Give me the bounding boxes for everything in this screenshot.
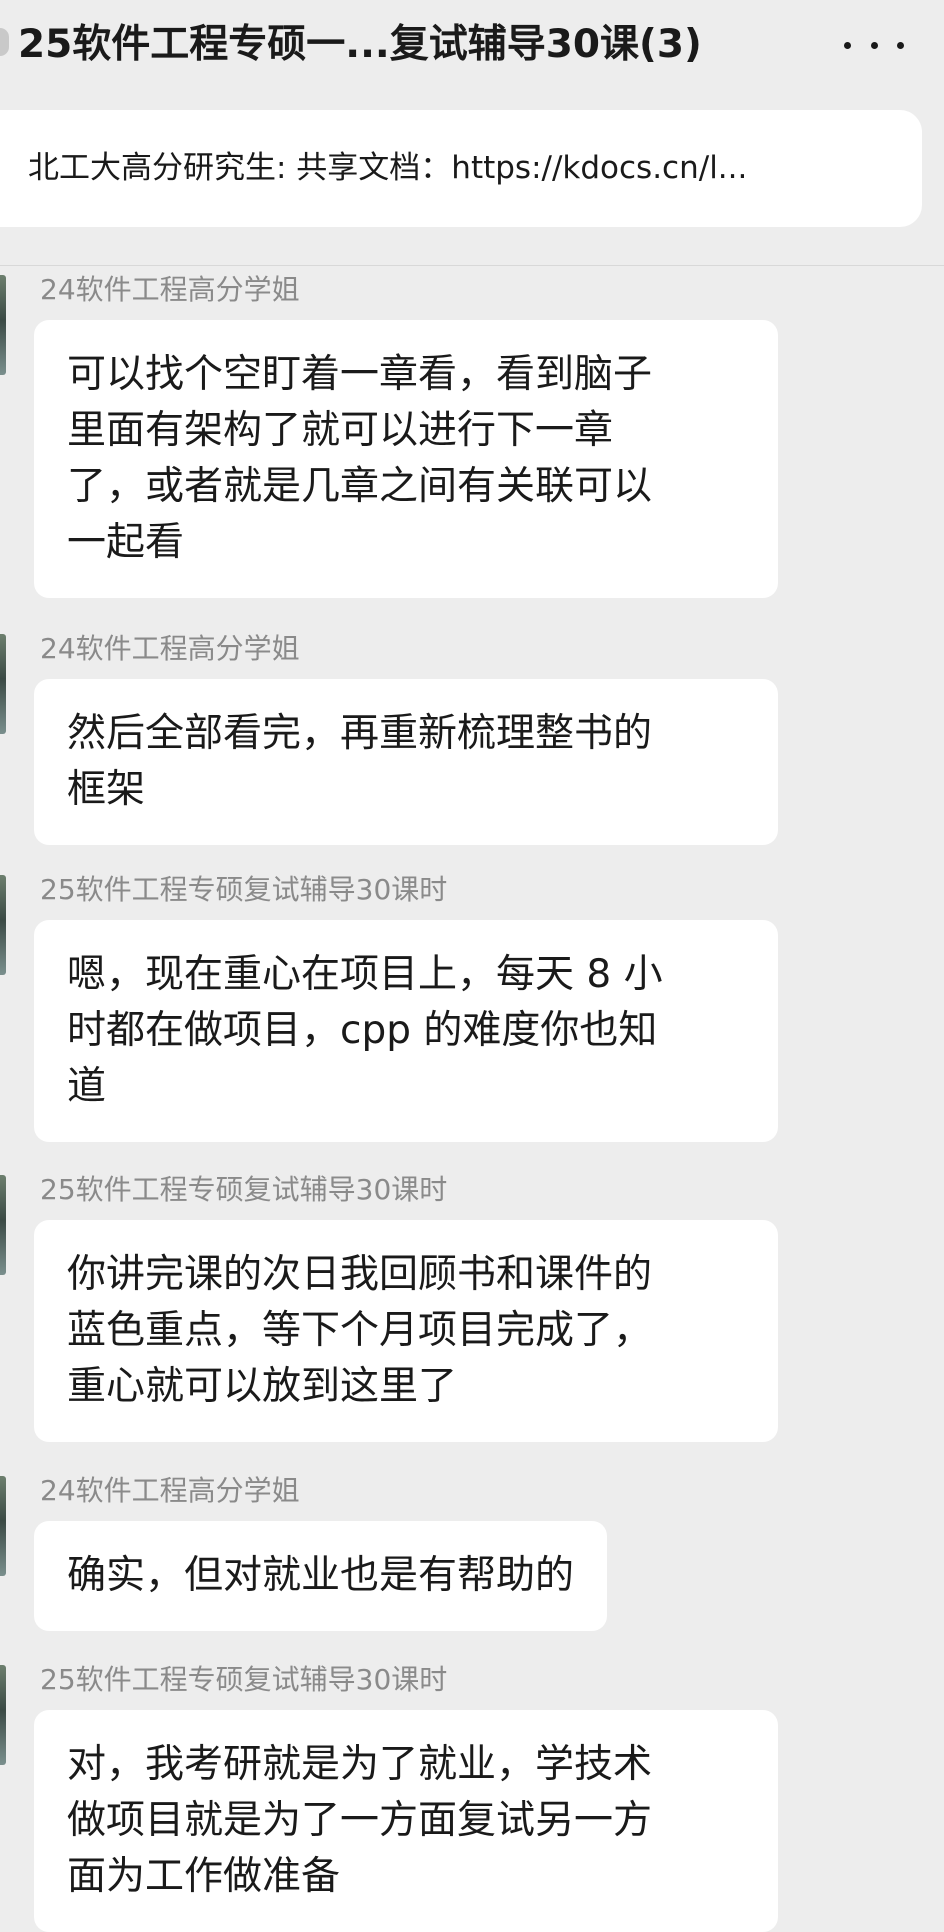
- sender-name: 25软件工程专硕复试辅导30课时: [40, 1663, 448, 1696]
- divider: [0, 265, 944, 266]
- message-bubble[interactable]: 嗯，现在重心在项目上，每天 8 小 时都在做项目，cpp 的难度你也知 道: [34, 920, 778, 1142]
- avatar[interactable]: [0, 275, 6, 375]
- more-button[interactable]: [844, 20, 904, 70]
- sender-name: 24软件工程高分学姐: [40, 632, 300, 665]
- avatar[interactable]: [0, 1175, 6, 1275]
- message-bubble[interactable]: 对，我考研就是为了就业，学技术 做项目就是为了一方面复试另一方 面为工作做准备: [34, 1710, 778, 1932]
- more-icon: [844, 41, 851, 49]
- message-bubble[interactable]: 然后全部看完，再重新梳理整书的 框架: [34, 679, 778, 845]
- message-bubble[interactable]: 可以找个空盯着一章看，看到脑子 里面有架构了就可以进行下一章 了，或者就是几章之…: [34, 320, 778, 598]
- sender-name: 24软件工程高分学姐: [40, 273, 300, 306]
- chat-title: 25软件工程专硕一...复试辅导30课(3): [18, 22, 702, 67]
- sender-name: 25软件工程专硕复试辅导30课时: [40, 873, 448, 906]
- pinned-notice[interactable]: 北工大高分研究生: 共享文档：https://kdocs.cn/l...: [0, 110, 922, 227]
- chat-header: 25软件工程专硕一...复试辅导30课(3): [0, 0, 944, 95]
- avatar[interactable]: [0, 634, 6, 734]
- more-icon-dot: [870, 41, 878, 49]
- more-icon-dot: [897, 41, 904, 49]
- back-edge[interactable]: [0, 28, 9, 56]
- notice-text: 北工大高分研究生: 共享文档：https://kdocs.cn/l...: [28, 150, 748, 186]
- message-bubble[interactable]: 确实，但对就业也是有帮助的: [34, 1521, 608, 1631]
- sender-name: 25软件工程专硕复试辅导30课时: [40, 1173, 448, 1206]
- avatar[interactable]: [0, 1476, 6, 1576]
- avatar[interactable]: [0, 1665, 6, 1765]
- message-bubble[interactable]: 你讲完课的次日我回顾书和课件的 蓝色重点，等下个月项目完成了， 重心就可以放到这…: [34, 1220, 778, 1442]
- sender-name: 24软件工程高分学姐: [40, 1474, 300, 1507]
- avatar[interactable]: [0, 875, 6, 975]
